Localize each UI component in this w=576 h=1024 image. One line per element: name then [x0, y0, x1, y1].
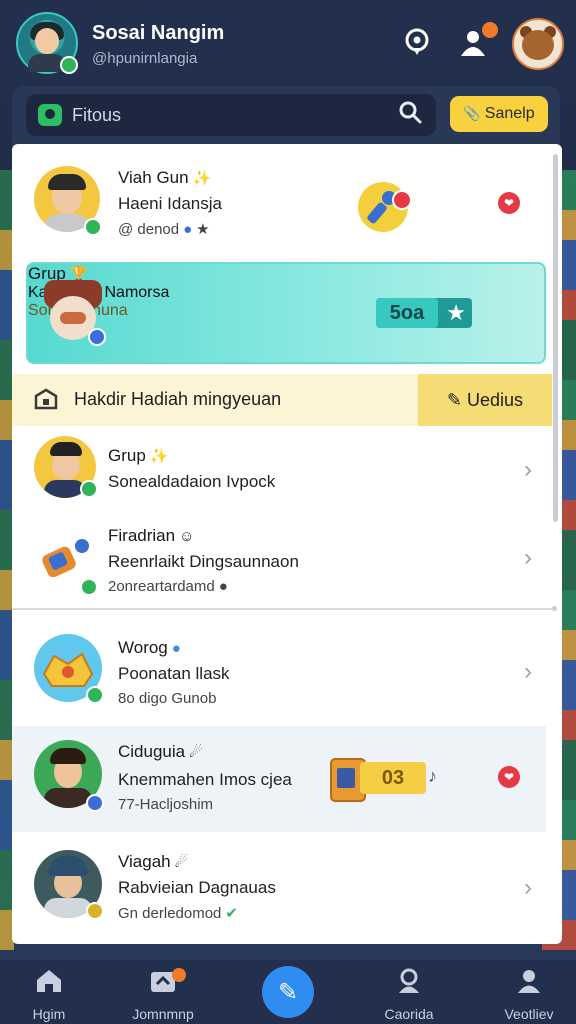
- sparkle-icon: ✨: [149, 448, 169, 465]
- community-icon: [364, 968, 454, 1000]
- banner-text: Hakdir Hadiah mingyeuan: [74, 389, 282, 409]
- secondary-avatar[interactable]: [512, 18, 564, 70]
- attachment-icon: 📎: [463, 105, 481, 121]
- section-divider: [12, 608, 552, 610]
- rocket-icon: ☄: [174, 854, 189, 871]
- banner-claim-button[interactable]: ✎ Uedius: [418, 374, 552, 426]
- chevron-right-icon: ›: [524, 874, 532, 901]
- compose-button[interactable]: ✎: [262, 966, 314, 1018]
- chevron-right-icon: ›: [524, 544, 532, 571]
- sparkle-icon: ✨: [192, 170, 212, 187]
- item-title: Viagah: [118, 852, 171, 871]
- search-action-button[interactable]: 📎 Sanelp: [450, 96, 548, 132]
- list-item[interactable]: Grup ✨ Sonealdadaion Ivpock ›: [12, 428, 552, 512]
- smile-icon: ☺: [179, 528, 195, 545]
- score-chip: 03: [330, 758, 426, 802]
- list-item[interactable]: Ciduguia ☄ Knemmahen Imos cjea 77-Hacljos…: [12, 726, 552, 832]
- item-subtitle: Poonatan llask: [118, 664, 230, 683]
- list-item[interactable]: Viagah ☄ Rabvieian Dagnauas Gn derledomod…: [12, 834, 552, 938]
- item-meta: 8o digo Gunob: [118, 690, 217, 707]
- star-icon: ★: [196, 221, 210, 238]
- score-chip: 5oa ★: [376, 298, 472, 328]
- home-icon: [4, 968, 94, 1000]
- music-note-icon: ♪: [428, 766, 437, 786]
- item-meta: Gn derledomod: [118, 905, 222, 922]
- search-input[interactable]: Fitous: [26, 94, 436, 136]
- coin-icon: ●: [218, 578, 228, 595]
- featured-group-card[interactable]: Grup🏆 Kadimann Namorsa Sortien dnuna 5oa…: [26, 262, 546, 364]
- globe-icon: ●: [183, 221, 193, 238]
- verified-icon: [86, 794, 104, 812]
- unread-indicator-icon: ❤: [498, 766, 520, 788]
- chevron-right-icon: ›: [524, 658, 532, 685]
- item-title: Firadrian: [108, 526, 176, 545]
- chevron-right-icon: ›: [524, 456, 532, 483]
- list-item[interactable]: Worog ● Poonatan llask 8o digo Gunob ›: [12, 618, 552, 722]
- item-title: Worog: [118, 638, 168, 657]
- item-title: Grup: [108, 446, 146, 465]
- list-panel: Viah Gun ✨ Haeni Idansja @ denod ● ★ ❤ Grup…: [12, 144, 562, 944]
- search-bar-container: Fitous 📎 Sanelp: [12, 86, 560, 146]
- verified-icon: [88, 328, 106, 346]
- star-icon: ★: [446, 300, 466, 325]
- item-subtitle: Sonealdadaion Ivpock: [108, 472, 276, 491]
- online-status-icon: [84, 218, 102, 236]
- app-header: Sosai Nangim @hpunirnlangia: [0, 0, 576, 86]
- filter-icon: [38, 104, 62, 126]
- gift-box-icon: [34, 388, 58, 410]
- item-badge: [392, 190, 412, 210]
- online-status-icon: [80, 480, 98, 498]
- search-icon[interactable]: [398, 100, 422, 131]
- pencil-icon: ✎: [277, 978, 299, 1006]
- search-placeholder: Fitous: [72, 105, 122, 125]
- item-title: Ciduguia: [118, 742, 186, 761]
- unread-indicator-icon: ❤: [498, 192, 520, 214]
- nav-community[interactable]: Caorida: [364, 968, 454, 1022]
- status-icon: [86, 902, 104, 920]
- item-title: Viah Gun: [118, 168, 189, 187]
- online-status-icon: [60, 56, 78, 74]
- user-name: Sosai Nangim: [92, 22, 225, 44]
- item-subtitle: Haeni Idansja: [118, 194, 222, 213]
- list-item[interactable]: Viah Gun ✨ Haeni Idansja @ denod ● ★ ❤: [12, 144, 552, 254]
- item-meta: @ denod: [118, 221, 180, 238]
- item-subtitle: Rabvieian Dagnauas: [118, 878, 276, 897]
- notification-badge: [480, 20, 500, 40]
- item-subtitle: Knemmahen Imos cjea: [118, 770, 292, 789]
- item-meta: 2onreartardamd: [108, 578, 215, 595]
- location-pin-icon[interactable]: [402, 28, 432, 58]
- user-handle: @hpunirnlangia: [92, 50, 198, 67]
- rocket-icon: ☄: [189, 744, 203, 761]
- online-status-icon: [86, 686, 104, 704]
- online-status-icon: [80, 578, 98, 596]
- daily-reward-banner: Hakdir Hadiah mingyeuan ✎ Uedius: [12, 374, 552, 426]
- scrollbar[interactable]: [553, 154, 558, 522]
- nav-inbox-badge: [172, 968, 186, 982]
- pencil-icon: ✎: [446, 389, 463, 410]
- chat-icon: ●: [171, 640, 181, 657]
- inbox-icon: [118, 968, 208, 1000]
- nav-inbox[interactable]: Jomnmnp: [118, 968, 208, 1022]
- list-item[interactable]: Firadrian ☺ Reenrlaikt Dingsaunnaon 2onre…: [12, 512, 552, 606]
- item-meta: 77-Hacljoshim: [118, 796, 214, 813]
- check-icon: ✔: [225, 905, 238, 922]
- nav-profile[interactable]: Veotliev: [484, 968, 574, 1022]
- profile-icon: [484, 968, 574, 1000]
- nav-home[interactable]: Hgim: [4, 968, 94, 1022]
- item-subtitle: Reenrlaikt Dingsaunnaon: [108, 552, 299, 571]
